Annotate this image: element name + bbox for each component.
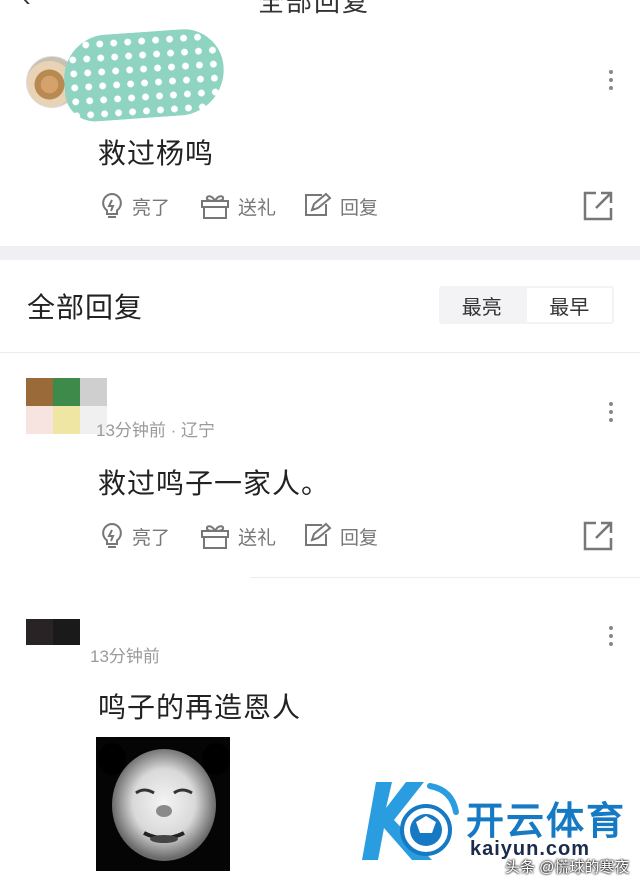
watermark-brand: 开云体育 [466,801,627,843]
reply-label: 回复 [340,527,379,549]
reply-meta: 13分钟前 [90,647,160,666]
like-label: 亮了 [132,197,171,219]
more-icon[interactable] [606,70,616,94]
watermark-credit: 头条 @慌球的寒夜 [505,859,630,876]
reply-text: 救过鸣子一家人。 [98,468,331,499]
like-button[interactable]: 亮了 [100,192,170,220]
more-icon[interactable] [606,626,616,650]
username-redacted [61,26,227,124]
sort-toggle: 最亮 最早 [439,286,614,324]
comment-text: 救过杨鸣 [98,138,215,169]
gift-button[interactable]: 送礼 [200,192,276,220]
panda-face-icon [96,737,230,871]
kaiyun-logo-icon [362,782,459,860]
divider [0,352,640,353]
sort-option-earliest[interactable]: 最早 [526,288,612,322]
back-icon[interactable]: ‹ [22,0,31,13]
gift-icon [201,525,229,549]
share-icon[interactable] [582,190,614,222]
avatar-redacted[interactable] [26,619,80,645]
reply-text: 鸣子的再造恩人 [98,692,302,723]
section-divider [0,246,640,260]
reply-meta: 13分钟前 · 辽宁 [96,421,216,440]
gift-label: 送礼 [238,197,277,219]
like-icon [102,192,122,218]
divider [250,577,640,578]
reply-icon [305,522,332,546]
gift-label: 送礼 [238,527,277,549]
reply-icon [305,192,332,216]
gift-button[interactable]: 送礼 [200,522,276,550]
sort-option-hot[interactable]: 最亮 [439,286,525,324]
reply-button[interactable]: 回复 [302,522,378,550]
top-header: ‹ 全部回复 [0,0,640,17]
like-icon [102,522,122,548]
like-button[interactable]: 亮了 [100,522,170,550]
like-label: 亮了 [132,527,171,549]
more-icon[interactable] [606,402,616,426]
page-title: 全部回复 [258,0,371,17]
panda-meme-sticker[interactable] [96,737,230,871]
gift-icon [201,195,229,219]
reply-label: 回复 [340,197,379,219]
share-icon[interactable] [582,520,614,552]
reply-button[interactable]: 回复 [302,192,378,220]
replies-section-title: 全部回复 [27,292,144,323]
